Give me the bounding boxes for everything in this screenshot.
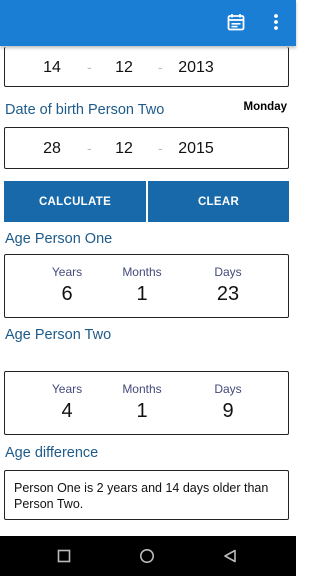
days-column: Days 9 (183, 372, 273, 423)
clear-button[interactable]: CLEAR (148, 181, 289, 222)
age-person-one-label: Age Person One (5, 231, 113, 247)
age-person-two-label: Age Person Two (5, 327, 112, 343)
days-column: Days 23 (183, 255, 273, 306)
months-column: Months 1 (97, 255, 187, 306)
person-two-dob-label: Date of birth Person Two (5, 102, 165, 118)
age-person-one-box: Years 6 Months 1 Days 23 (4, 254, 289, 318)
back-icon[interactable] (223, 549, 237, 563)
person-one-date-picker[interactable]: 14 - 12 - 2013 (4, 47, 289, 87)
months-value: 1 (136, 283, 148, 305)
age-difference-box: Person One is 2 years and 14 days older … (4, 470, 289, 520)
person-two-date-picker[interactable]: 28 - 12 - 2015 (4, 127, 289, 169)
months-caption: Months (122, 382, 162, 396)
age-person-two-box: Years 4 Months 1 Days 9 (4, 371, 289, 435)
recents-icon[interactable] (57, 549, 71, 563)
person-one-month[interactable]: 12 (109, 59, 139, 77)
calculate-button[interactable]: CALCULATE (4, 181, 146, 222)
months-column: Months 1 (97, 372, 187, 423)
months-value: 1 (136, 400, 148, 422)
days-caption: Days (214, 382, 242, 396)
person-two-day[interactable]: 28 (37, 140, 67, 158)
days-caption: Days (214, 265, 242, 279)
system-nav-bar (0, 536, 296, 576)
date-separator: - (87, 140, 92, 156)
date-separator: - (158, 140, 163, 156)
home-icon[interactable] (139, 548, 155, 564)
days-value: 9 (222, 400, 234, 422)
days-value: 23 (216, 283, 240, 305)
more-vert-icon[interactable] (268, 13, 284, 31)
person-two-month[interactable]: 12 (109, 140, 139, 158)
weekday-label: Monday (243, 101, 287, 113)
months-caption: Months (122, 265, 162, 279)
app-bar (0, 0, 296, 46)
person-one-day[interactable]: 14 (37, 59, 67, 77)
person-two-year[interactable]: 2015 (173, 140, 219, 158)
age-difference-label: Age difference (5, 445, 99, 461)
person-one-year[interactable]: 2013 (173, 59, 219, 77)
date-separator: - (87, 59, 92, 75)
date-separator: - (158, 59, 163, 75)
calendar-icon[interactable] (227, 13, 245, 31)
